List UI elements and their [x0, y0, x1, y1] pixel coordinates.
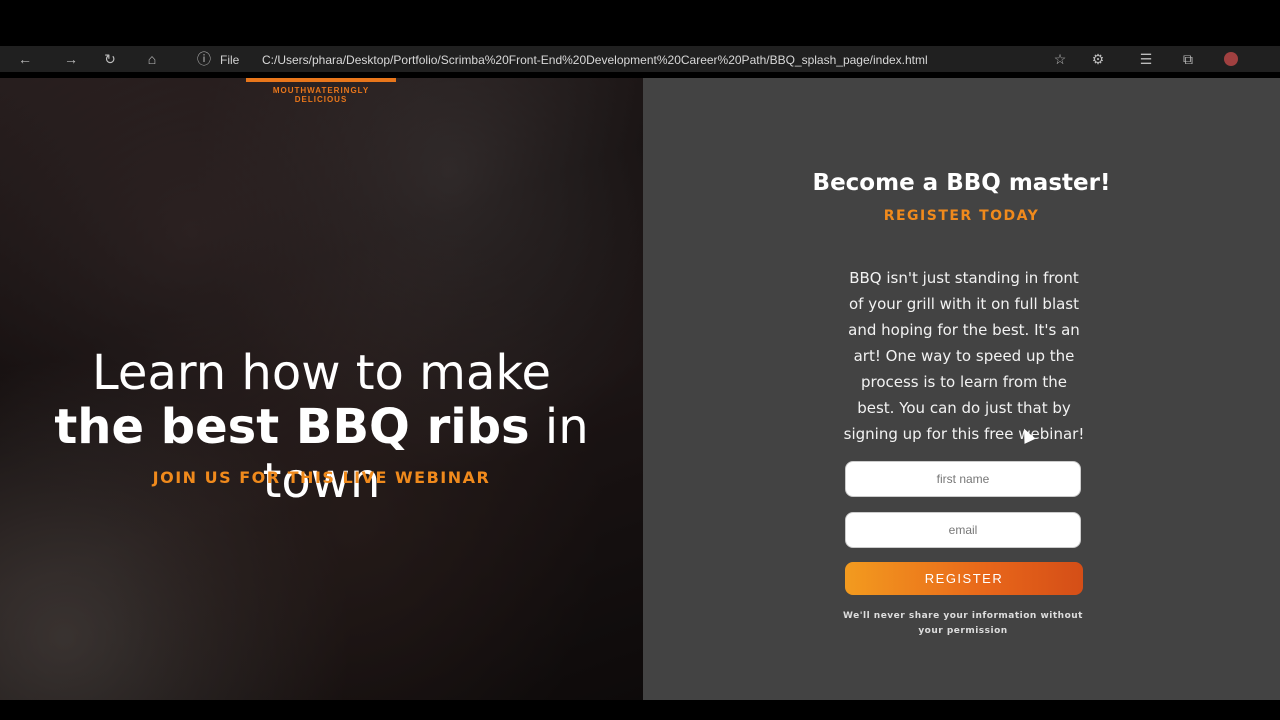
info-icon[interactable]: ⓘ [197, 52, 211, 66]
page-protocol-label: File [220, 53, 240, 67]
profile-avatar[interactable] [1224, 52, 1238, 66]
first-name-input[interactable] [845, 461, 1081, 497]
hero-tagline: MOUTHWATERINGLY DELICIOUS [272, 86, 370, 104]
hero-title-part1: Learn how to make [92, 345, 551, 401]
hero-title-bold: the best BBQ ribs [54, 399, 530, 455]
favorite-icon[interactable]: ☆ [1053, 52, 1067, 66]
forward-icon[interactable]: → [64, 52, 78, 66]
hero-subtitle: JOIN US FOR THIS LIVE WEBINAR [152, 468, 491, 487]
email-input[interactable] [845, 512, 1081, 548]
tabs-icon[interactable]: ⧉ [1181, 52, 1195, 66]
refresh-icon[interactable]: ↻ [103, 52, 117, 66]
collections-icon[interactable]: ☰ [1139, 52, 1153, 66]
signup-description: BBQ isn't just standing in front of your… [843, 269, 1085, 443]
bottom-bar [0, 700, 1280, 720]
register-button[interactable]: REGISTER [845, 562, 1083, 595]
tagline-accent-bar [246, 78, 396, 82]
back-icon[interactable]: ← [18, 52, 32, 66]
extensions-icon[interactable]: ⚙ [1091, 52, 1105, 66]
browser-toolbar: ← → ↻ ⌂ ⓘ File C:/Users/phara/Desktop/Po… [0, 46, 1280, 72]
signup-subheading: REGISTER TODAY [883, 208, 1040, 224]
signup-panel: Become a BBQ master! REGISTER TODAY BBQ … [643, 78, 1280, 700]
hero-section: MOUTHWATERINGLY DELICIOUS Learn how to m… [0, 78, 643, 700]
home-icon[interactable]: ⌂ [145, 52, 159, 66]
privacy-disclaimer: We'll never share your information witho… [843, 611, 1083, 636]
address-bar[interactable]: C:/Users/phara/Desktop/Portfolio/Scrimba… [262, 53, 928, 67]
signup-heading: Become a BBQ master! [812, 170, 1111, 196]
